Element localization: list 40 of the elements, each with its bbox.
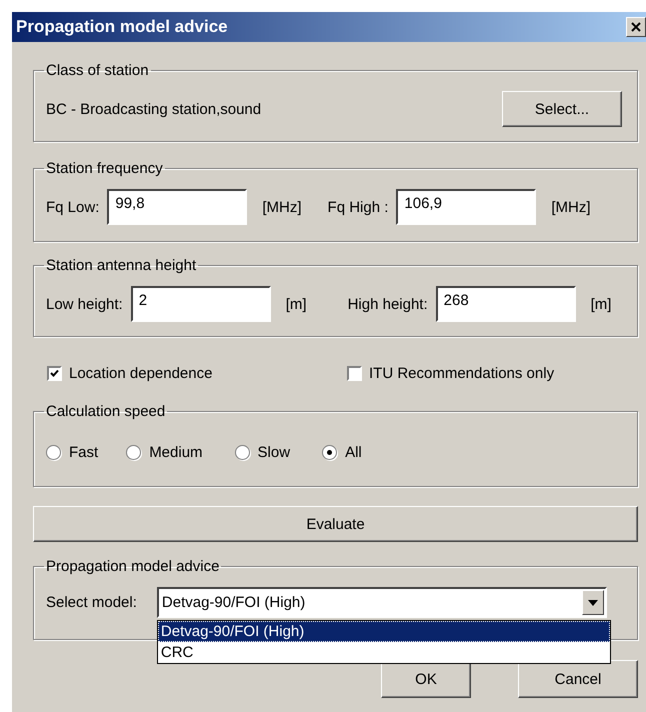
radio-label: All [345, 444, 362, 461]
radio-button[interactable] [322, 445, 338, 460]
group-title: Station antenna height [45, 257, 198, 274]
field-label: Low height: [46, 296, 123, 312]
group-title: Calculation speed [45, 403, 166, 420]
radio-label: Fast [69, 444, 98, 461]
checkbox[interactable] [47, 366, 62, 380]
close-button[interactable] [626, 17, 646, 37]
window-title: Propagation model advice [16, 17, 228, 37]
dropdown-arrow-icon [588, 600, 598, 606]
group-title: Propagation model advice [45, 558, 220, 575]
input-field[interactable]: 106,9 [396, 189, 536, 225]
field-label: Fq Low: [46, 198, 100, 216]
field-label: High height: [348, 296, 428, 312]
field-label: Fq High : [328, 198, 388, 216]
station-class-value: BC - Broadcasting station,sound [46, 100, 262, 118]
radio-label: Medium [149, 444, 203, 461]
evaluate-button[interactable]: Evaluate [33, 506, 638, 542]
unit-label: [MHz] [551, 198, 591, 216]
field-label: Select model: [46, 594, 137, 611]
close-icon [631, 22, 641, 32]
radio-label: Slow [258, 444, 290, 461]
group-title: Class of station [45, 62, 150, 79]
unit-label: [MHz] [262, 198, 302, 216]
cancel-button[interactable]: Cancel [518, 660, 638, 698]
unit-label: [m] [590, 296, 612, 312]
radio-button[interactable] [46, 445, 61, 460]
unit-label: [m] [286, 296, 307, 312]
input-field[interactable]: 99,8 [107, 189, 248, 225]
checkbox-label: ITU Recommendations only [369, 364, 554, 382]
checkbox-label: Location dependence [69, 364, 212, 382]
check-icon [50, 368, 59, 378]
select-button[interactable]: Select... [502, 91, 622, 127]
dropdown-option[interactable]: Detvag-90/FOI (High) [158, 621, 610, 642]
input-field[interactable]: 268 [436, 286, 576, 322]
group-title: Station frequency [45, 160, 164, 177]
checkbox[interactable] [347, 366, 362, 380]
radio-button[interactable] [126, 445, 142, 460]
radio-button[interactable] [234, 445, 250, 460]
input-field[interactable]: 2 [130, 286, 271, 322]
